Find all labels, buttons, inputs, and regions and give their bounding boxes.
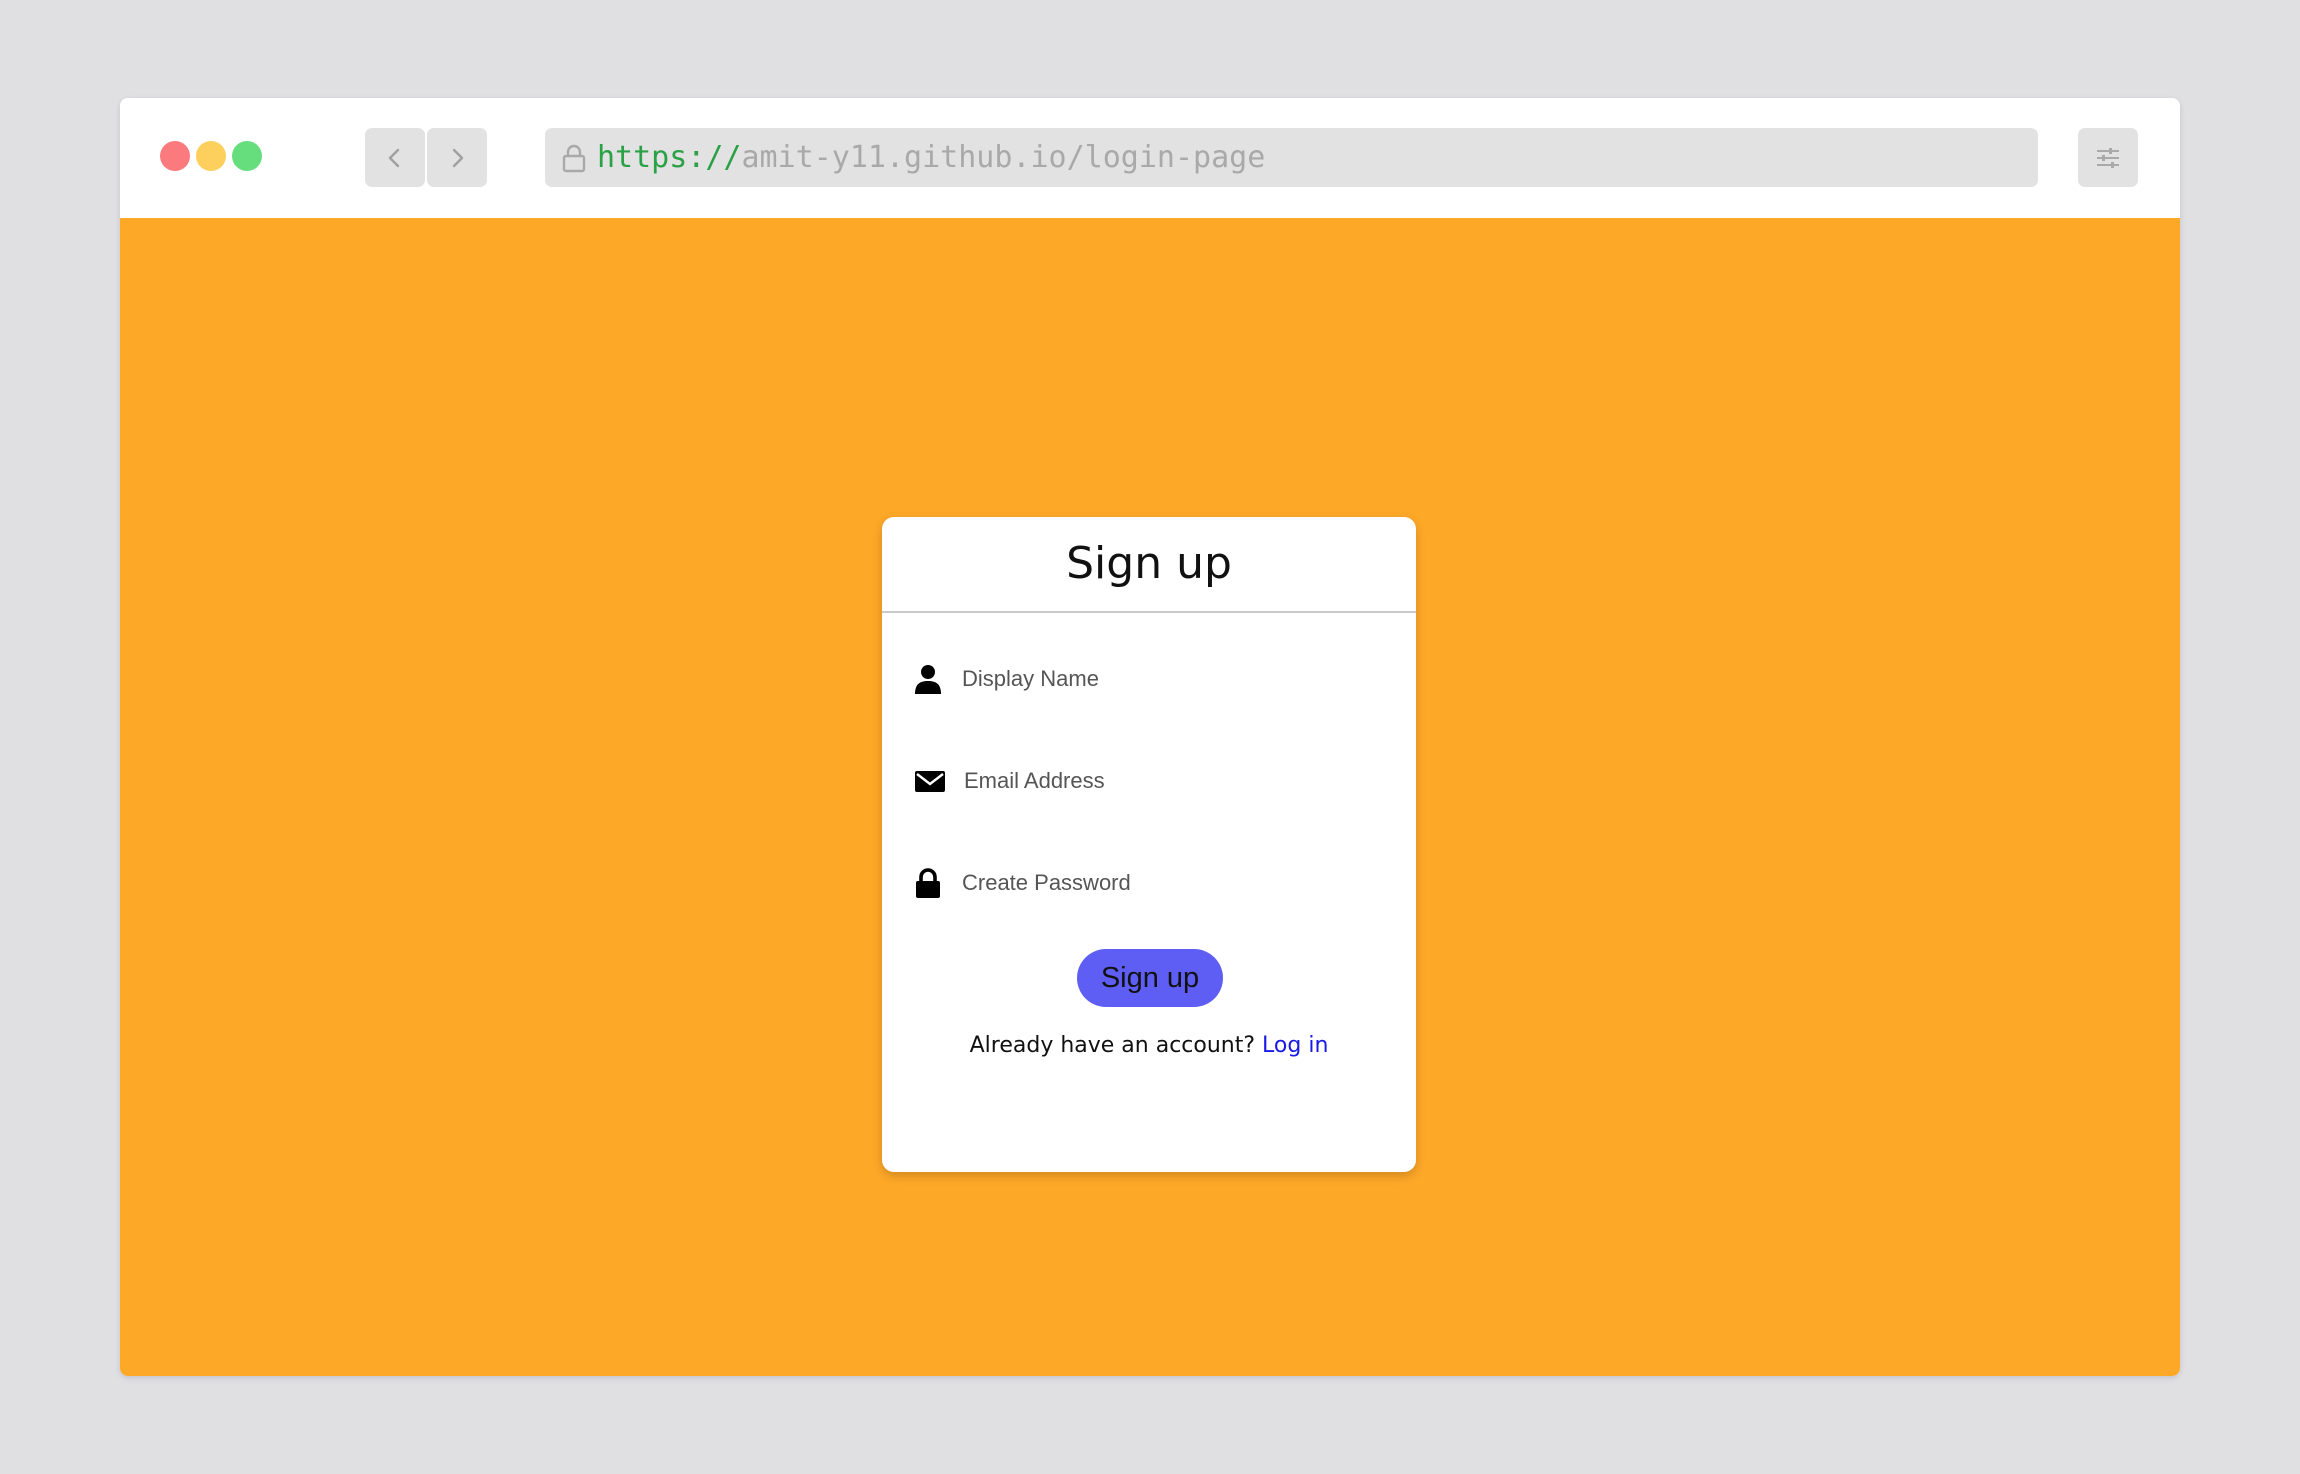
- envelope-icon: [915, 771, 945, 792]
- chevron-right-icon: [452, 148, 464, 167]
- login-prompt-line: Already have an account? Log in: [882, 1033, 1416, 1058]
- minimize-window-button[interactable]: [196, 141, 226, 171]
- close-window-button[interactable]: [160, 141, 190, 171]
- login-prompt-text: Already have an account?: [969, 1033, 1256, 1058]
- signup-card: Sign up Display Name Email Address Sign …: [882, 517, 1416, 1172]
- password-input[interactable]: [962, 858, 1382, 908]
- back-button[interactable]: [365, 128, 425, 187]
- signup-title: Sign up: [1066, 538, 1232, 589]
- user-icon: [915, 665, 941, 694]
- display-name-field: [912, 654, 1392, 704]
- maximize-window-button[interactable]: [232, 141, 262, 171]
- lock-icon: [559, 143, 589, 173]
- chevron-left-icon: [388, 148, 400, 167]
- forward-button[interactable]: [427, 128, 487, 187]
- title-divider: [882, 611, 1416, 613]
- browser-menu-button[interactable]: [2078, 128, 2138, 187]
- email-input[interactable]: [964, 756, 1384, 806]
- password-field: [912, 858, 1392, 908]
- address-bar[interactable]: https://amit-y11.github.io/login-page: [545, 128, 2038, 187]
- url-path: amit-y11.github.io/login-page: [741, 140, 1266, 175]
- sliders-icon: [2097, 147, 2119, 168]
- browser-toolbar: https://amit-y11.github.io/login-page: [120, 98, 2180, 218]
- email-field: [912, 756, 1392, 806]
- browser-window: https://amit-y11.github.io/login-page Si…: [120, 98, 2180, 1376]
- url-text: https://amit-y11.github.io/login-page: [597, 128, 1265, 187]
- signup-button[interactable]: Sign up: [1077, 949, 1223, 1007]
- url-protocol: https://: [597, 140, 742, 175]
- lock-icon: [916, 868, 940, 898]
- page-viewport: Sign up Display Name Email Address Sign …: [120, 218, 2180, 1376]
- login-link[interactable]: Log in: [1262, 1033, 1328, 1058]
- display-name-input[interactable]: [962, 654, 1382, 704]
